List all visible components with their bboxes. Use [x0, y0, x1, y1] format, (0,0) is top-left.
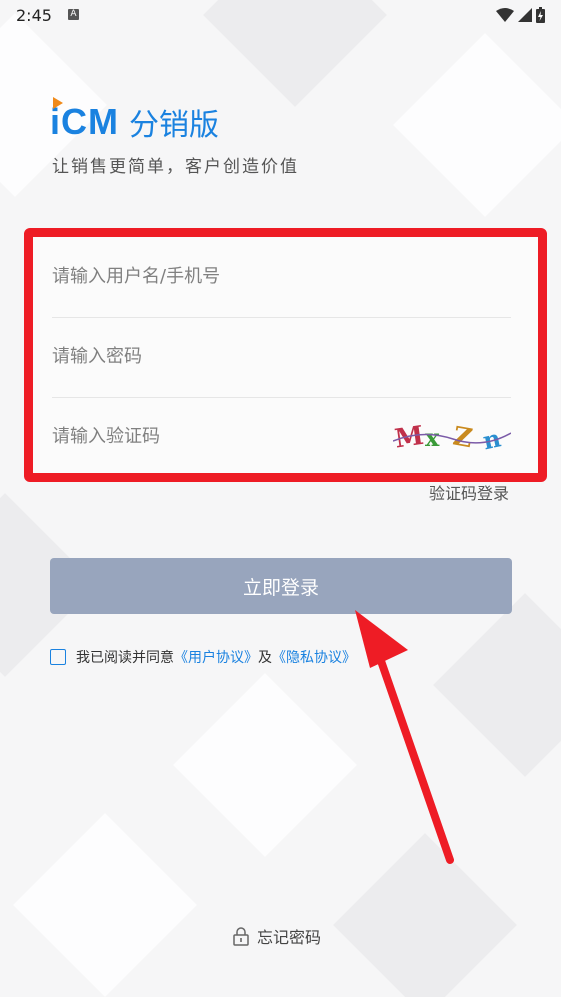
svg-text:M: M: [393, 421, 426, 453]
battery-icon: [536, 7, 545, 23]
edition-label: 分销版: [129, 108, 219, 143]
wifi-icon: [496, 8, 514, 22]
agreement-and: 及: [258, 650, 272, 666]
sms-login-link[interactable]: 验证码登录: [429, 480, 509, 504]
notification-icon: A: [68, 9, 79, 20]
status-bar: 2:45 A: [0, 0, 561, 34]
agreement-prefix: 我已阅读并同意: [76, 650, 174, 666]
captcha-image[interactable]: M x Z n: [393, 419, 511, 453]
password-input[interactable]: [52, 317, 382, 395]
login-form-highlight: M x Z n: [24, 228, 547, 482]
forgot-password-label: 忘记密码: [257, 928, 322, 947]
system-icons: [496, 7, 545, 23]
brand-logo: iCM 分销版: [50, 97, 219, 144]
user-agreement-link[interactable]: 《用户协议》: [174, 647, 258, 667]
forgot-password-link[interactable]: 忘记密码: [233, 924, 321, 948]
status-time: 2:45: [16, 6, 52, 25]
slogan: 让销售更简单，客户创造价值: [52, 157, 299, 177]
svg-text:Z: Z: [451, 422, 475, 453]
username-input[interactable]: [52, 237, 382, 315]
agreement-row: 我已阅读并同意 《用户协议》 及 《隐私协议》: [50, 647, 356, 667]
signal-icon: [518, 8, 532, 22]
lock-icon: [233, 927, 249, 946]
agreement-checkbox[interactable]: [50, 649, 66, 665]
logo-triangle-icon: [53, 97, 63, 109]
captcha-input[interactable]: [52, 397, 382, 475]
login-button[interactable]: 立即登录: [50, 558, 512, 614]
password-field-row: [52, 317, 511, 398]
captcha-field-row: M x Z n: [52, 397, 511, 475]
svg-text:x: x: [425, 423, 440, 452]
logo-wordmark: iCM: [50, 97, 119, 143]
red-arrow-annotation: [355, 610, 454, 864]
username-field-row: [52, 237, 511, 318]
